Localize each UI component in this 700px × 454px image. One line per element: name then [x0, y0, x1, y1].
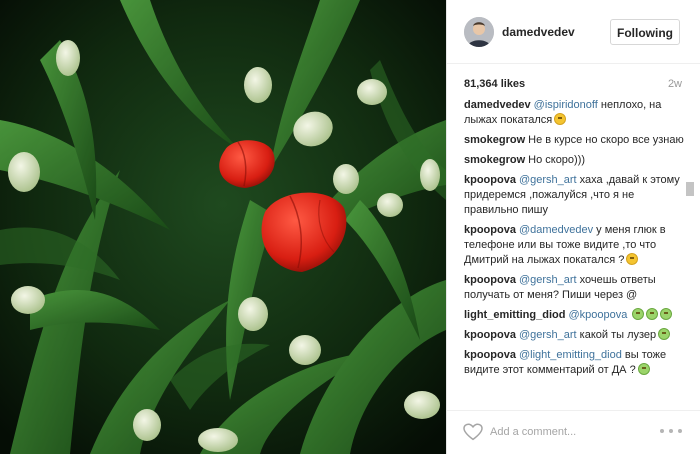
comment-author[interactable]: smokegrow: [464, 154, 525, 166]
comment-author[interactable]: kpoopova: [464, 224, 516, 236]
comment-mention[interactable]: @gersh_art: [519, 174, 577, 186]
comment-author[interactable]: kpoopova: [464, 274, 516, 286]
likes-count[interactable]: 81,364 likes: [464, 78, 525, 90]
post-photo[interactable]: [0, 0, 446, 454]
comment-text: Но скоро))): [528, 154, 586, 166]
comment-author[interactable]: kpoopova: [464, 349, 516, 361]
comment-item: smokegrow Но скоро))): [464, 153, 686, 168]
post-side-panel: damedvedev Following 81,364 likes 2w dam…: [446, 0, 700, 454]
comment-text: [627, 309, 630, 321]
add-comment-input[interactable]: [490, 423, 650, 441]
comment-text: Не в курсе но скоро все узнаю: [528, 134, 684, 146]
following-button[interactable]: Following: [610, 19, 680, 45]
comment-author[interactable]: kpoopova: [464, 329, 516, 341]
comment-item: kpoopova @light_emitting_diod вы тоже вид…: [464, 348, 686, 378]
comment-author[interactable]: smokegrow: [464, 134, 525, 146]
post-username[interactable]: damedvedev: [502, 25, 575, 39]
comment-item: kpoopova @gersh_art хаха ,давай к этому п…: [464, 173, 686, 218]
post-age[interactable]: 2w: [668, 78, 682, 90]
laugh-emoji-icon: [637, 363, 650, 375]
laugh-emoji-icon: [646, 308, 659, 320]
grin-emoji-icon: [554, 113, 567, 125]
laugh-emoji-icon: [658, 328, 671, 340]
laugh-emoji-icon: [660, 308, 673, 320]
comment-text: какой ты лузер: [576, 329, 657, 341]
comment-mention[interactable]: @light_emitting_diod: [519, 349, 622, 361]
heart-icon[interactable]: [463, 423, 483, 441]
laugh-emoji-icon: [632, 308, 645, 320]
post-footer: [447, 410, 700, 454]
comment-author[interactable]: light_emitting_diod: [464, 309, 565, 321]
grin-emoji-icon: [626, 253, 639, 265]
comment-mention[interactable]: @ispiridonoff: [534, 99, 598, 111]
comment-item: kpoopova @damedvedev у меня глюк в телефо…: [464, 223, 686, 268]
tulips-photo: [0, 0, 446, 454]
likes-row: 81,364 likes 2w: [464, 78, 682, 92]
post-header: damedvedev Following: [447, 0, 700, 64]
comment-mention[interactable]: @gersh_art: [519, 274, 577, 286]
comment-author[interactable]: kpoopova: [464, 174, 516, 186]
comment-item: damedvedev @ispiridonoff неплохо, на лыжа…: [464, 98, 686, 128]
comment-mention[interactable]: @gersh_art: [519, 329, 577, 341]
comment-mention[interactable]: @damedvedev: [519, 224, 593, 236]
comment-author[interactable]: damedvedev: [464, 99, 531, 111]
comment-item: kpoopova @gersh_art хочешь ответы получат…: [464, 273, 686, 303]
comment-mention[interactable]: @kpoopova: [568, 309, 627, 321]
comment-list[interactable]: damedvedev @ispiridonoff неплохо, на лыжа…: [464, 98, 686, 404]
comment-item: kpoopova @gersh_art какой ты лузер: [464, 328, 686, 343]
user-avatar[interactable]: [464, 17, 494, 47]
comment-item: smokegrow Не в курсе но скоро все узнаю: [464, 133, 686, 148]
more-options-icon[interactable]: [660, 424, 682, 438]
comment-scrollbar[interactable]: [686, 182, 694, 196]
comment-item: light_emitting_diod @kpoopova: [464, 308, 686, 323]
